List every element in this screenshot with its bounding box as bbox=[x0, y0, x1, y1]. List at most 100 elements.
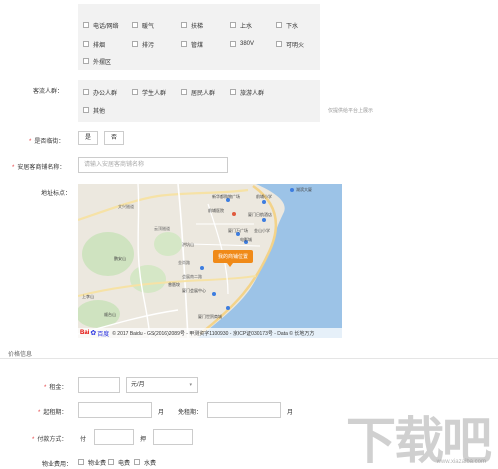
checkbox-box[interactable] bbox=[230, 22, 236, 28]
map-place-label: 前埔小学 bbox=[256, 194, 272, 199]
checkbox-other-crowd[interactable]: 其他 bbox=[83, 105, 105, 115]
section-divider bbox=[0, 358, 498, 359]
map-shop-marker[interactable]: 我的商铺位置 bbox=[213, 250, 254, 267]
checkbox-box[interactable] bbox=[83, 58, 89, 64]
checkbox-380v[interactable]: 380V bbox=[230, 39, 254, 49]
map-place-label: 新华都购物广场 bbox=[212, 194, 240, 199]
price-section-title: 价格信息 bbox=[8, 352, 33, 358]
shop-name-input[interactable] bbox=[78, 157, 228, 173]
near-street-label-text: 是否临街： bbox=[34, 139, 65, 145]
checkbox-office-crowd[interactable]: 办公人群 bbox=[83, 87, 117, 97]
payment-deposit-input[interactable] bbox=[153, 429, 193, 445]
checkbox-box[interactable] bbox=[181, 22, 187, 28]
property-fee-label: 物业费用： bbox=[42, 462, 73, 468]
payment-label-text: 付款方式： bbox=[37, 437, 68, 443]
baidu-logo: Bai ✿ 百度 bbox=[80, 330, 110, 338]
customer-flow-label: 客流人群： bbox=[33, 89, 64, 95]
checkbox-box[interactable] bbox=[132, 89, 138, 95]
checkbox-outdoor-area[interactable]: 外摆区 bbox=[83, 56, 111, 66]
checkbox-box[interactable] bbox=[83, 22, 89, 28]
rent-input[interactable] bbox=[78, 377, 120, 393]
map-widget[interactable]: 新华都购物广场 前埔小学 前埔医院 厦门日航酒店 厦门万广场 电影城 金山小学 … bbox=[78, 184, 342, 338]
lease-period-label: * 起租期： bbox=[38, 407, 67, 416]
map-road-label: 会展南二路 bbox=[182, 274, 202, 279]
near-street-label: * 是否临街： bbox=[29, 136, 64, 145]
map-place-label: 顺台山 bbox=[104, 312, 116, 317]
required-asterisk: * bbox=[44, 385, 47, 391]
payment-deposit-label: 押 bbox=[140, 437, 147, 443]
map-place-label: 上李山 bbox=[82, 294, 94, 299]
shop-name-label-text: 安居客商铺名称： bbox=[17, 165, 66, 171]
required-asterisk: * bbox=[29, 139, 32, 145]
shop-name-label: * 安居客商铺名称： bbox=[12, 162, 65, 171]
checkbox-water-fee[interactable]: 水费 bbox=[134, 457, 156, 467]
checkbox-box[interactable] bbox=[108, 459, 114, 465]
checkbox-heating[interactable]: 暖气 bbox=[132, 20, 154, 30]
map-road-label: 云顶隧道 bbox=[154, 226, 170, 231]
checkbox-water-supply[interactable]: 上水 bbox=[230, 20, 252, 30]
map-place-label: 电影城 bbox=[240, 237, 252, 242]
payment-pay-input[interactable] bbox=[94, 429, 134, 445]
customer-flow-panel: 办公人群 学生人群 居民人群 旅游人群 其他 bbox=[78, 80, 320, 122]
map-place-label: 厦门世贸商城 bbox=[198, 314, 222, 319]
map-copyright-bar: Bai ✿ 百度 © 2017 Baidu - GS(2016)2089号 - 甲测… bbox=[78, 328, 342, 338]
near-street-yes-button[interactable]: 是 bbox=[78, 131, 98, 145]
checkbox-electric-fee[interactable]: 电费 bbox=[108, 457, 130, 467]
payment-label: * 付款方式： bbox=[32, 434, 67, 443]
map-place-label: 曾厝垵 bbox=[168, 282, 180, 287]
checkbox-box[interactable] bbox=[83, 107, 89, 113]
checkbox-box[interactable] bbox=[132, 22, 138, 28]
rent-unit-select[interactable]: 元/月 ▾ bbox=[126, 377, 198, 393]
checkbox-box[interactable] bbox=[276, 22, 282, 28]
checkbox-phone-network[interactable]: 电话/网络 bbox=[83, 20, 119, 30]
checkbox-gas-pipe[interactable]: 管煤 bbox=[181, 39, 203, 49]
checkbox-student-crowd[interactable]: 学生人群 bbox=[132, 87, 166, 97]
address-label: 地址标点： bbox=[41, 191, 72, 197]
watermark: 下载吧 www.xiazaiba.com bbox=[340, 401, 492, 469]
checkbox-smoke-exhaust[interactable]: 排烟 bbox=[83, 39, 105, 49]
free-period-input[interactable] bbox=[207, 402, 281, 418]
map-place-label: 金山小学 bbox=[254, 228, 270, 233]
checkbox-property-fee[interactable]: 物业费 bbox=[78, 457, 106, 467]
map-place-label: 厦门万广场 bbox=[228, 228, 248, 233]
checkbox-box[interactable] bbox=[132, 41, 138, 47]
checkbox-sewage[interactable]: 排污 bbox=[132, 39, 154, 49]
map-copyright-text: © 2017 Baidu - GS(2016)2089号 - 甲测资字11009… bbox=[112, 330, 315, 337]
rent-label-text: 租金： bbox=[49, 385, 68, 391]
lease-period-input[interactable] bbox=[78, 402, 152, 418]
chevron-down-icon: ▾ bbox=[189, 382, 192, 388]
checkbox-escalator[interactable]: 扶梯 bbox=[181, 20, 203, 30]
checkbox-open-flame[interactable]: 可明火 bbox=[276, 39, 304, 49]
checkbox-box[interactable] bbox=[181, 89, 187, 95]
checkbox-box[interactable] bbox=[181, 41, 187, 47]
payment-pay-label: 付 bbox=[80, 437, 87, 443]
required-asterisk: * bbox=[32, 437, 35, 443]
lease-period-unit: 月 bbox=[158, 410, 165, 416]
checkbox-box[interactable] bbox=[78, 459, 84, 465]
watermark-url: www.xiazaiba.com bbox=[436, 459, 486, 465]
map-road-label: 金尚路 bbox=[178, 260, 190, 265]
checkbox-resident-crowd[interactable]: 居民人群 bbox=[181, 87, 215, 97]
checkbox-box[interactable] bbox=[276, 41, 282, 47]
map-place-label: 前埔医院 bbox=[208, 208, 224, 213]
free-period-label: 免租期： bbox=[178, 410, 203, 416]
checkbox-drainage[interactable]: 下水 bbox=[276, 20, 298, 30]
map-place-label: 湖滨大厦 bbox=[296, 187, 312, 192]
lease-period-label-text: 起租期： bbox=[43, 410, 68, 416]
free-period-unit: 月 bbox=[287, 410, 294, 416]
checkbox-box[interactable] bbox=[230, 41, 236, 47]
checkbox-box[interactable] bbox=[230, 89, 236, 95]
map-place-label: 鹏安山 bbox=[114, 256, 126, 261]
checkbox-box[interactable] bbox=[83, 89, 89, 95]
amenities-panel: 电话/网络 暖气 扶梯 上水 下水 排烟 排污 管煤 380V 可明火 外摆区 bbox=[78, 4, 320, 70]
baidu-paw-icon: ✿ bbox=[90, 330, 97, 337]
map-place-label: 厦门日航酒店 bbox=[248, 212, 272, 217]
required-asterisk: * bbox=[38, 410, 41, 416]
near-street-no-button[interactable]: 否 bbox=[104, 131, 124, 145]
rent-label: * 租金： bbox=[44, 382, 67, 391]
rent-unit-value: 元/月 bbox=[131, 382, 145, 388]
map-place-label: 洪坑山 bbox=[182, 242, 194, 247]
checkbox-tourist-crowd[interactable]: 旅游人群 bbox=[230, 87, 264, 97]
checkbox-box[interactable] bbox=[134, 459, 140, 465]
checkbox-box[interactable] bbox=[83, 41, 89, 47]
